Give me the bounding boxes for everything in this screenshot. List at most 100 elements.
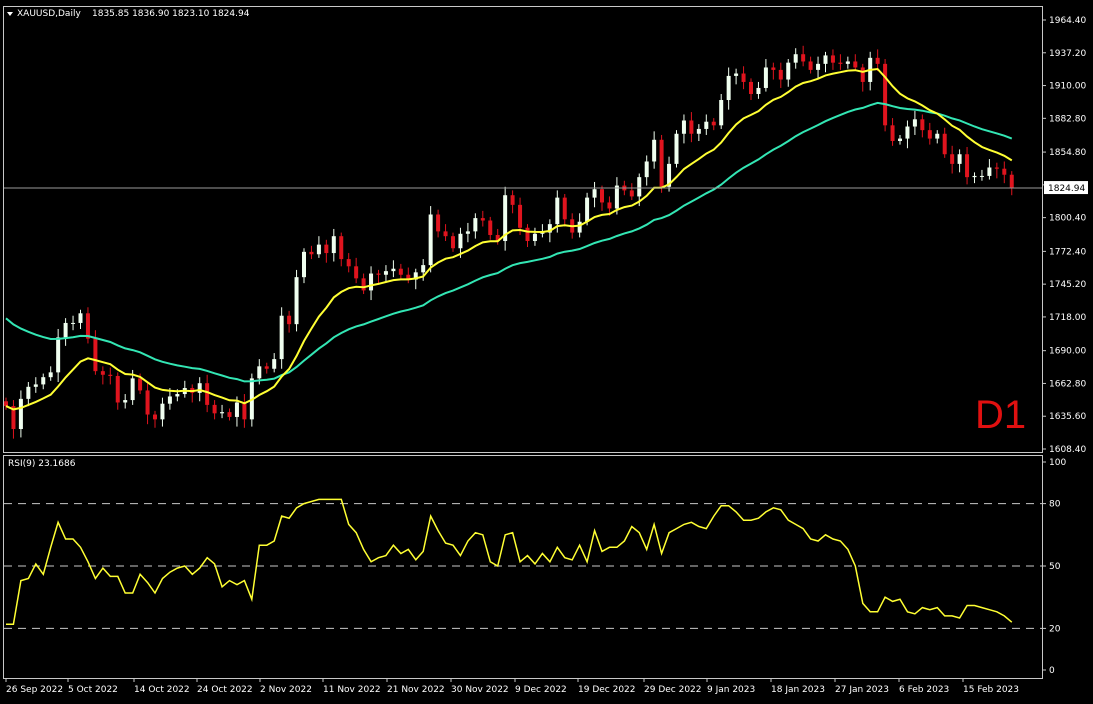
candle-body <box>272 359 277 369</box>
candle-body <box>339 236 344 260</box>
candle-body <box>681 120 686 134</box>
candle-body <box>376 273 381 275</box>
candle-body <box>644 161 649 178</box>
candle-body <box>838 62 843 64</box>
candle-body <box>979 175 984 177</box>
candle-body <box>883 63 888 126</box>
current-price-label: 1824.94 <box>1048 184 1085 194</box>
candle-body <box>890 125 895 141</box>
candle-body <box>957 154 962 164</box>
candle-body <box>316 244 321 255</box>
trading-chart[interactable]: 1964.401937.201910.001882.801854.801827.… <box>0 0 1093 700</box>
candle-body <box>994 167 999 169</box>
candle-body <box>346 259 351 267</box>
candle-body <box>741 73 746 82</box>
chart-background <box>0 0 1093 700</box>
candle-body <box>853 61 858 68</box>
candle-body <box>719 100 724 126</box>
candle-body <box>942 133 947 155</box>
candle-body <box>726 75 731 101</box>
candle-body <box>56 337 61 373</box>
candle-body <box>830 55 835 63</box>
candle-body <box>175 394 180 397</box>
candle-body <box>652 139 657 162</box>
candle-body <box>4 401 8 407</box>
chart-canvas[interactable]: 1964.401937.201910.001882.801854.801827.… <box>0 0 1093 700</box>
candle-body <box>205 383 210 405</box>
candle-body <box>167 396 172 404</box>
candle-body <box>771 67 776 70</box>
candle-body <box>1002 168 1007 175</box>
time-tick-label: 18 Jan 2023 <box>771 685 825 695</box>
time-tick-label: 9 Dec 2022 <box>515 685 567 695</box>
candle-body <box>592 189 597 198</box>
candle-body <box>123 400 128 403</box>
candle-body <box>458 233 463 249</box>
candle-body <box>153 414 157 420</box>
candle-body <box>234 402 239 417</box>
candle-body <box>324 244 329 254</box>
candle-body <box>85 313 90 339</box>
time-tick-label: 26 Sep 2022 <box>6 685 63 695</box>
candle-body <box>63 322 68 338</box>
candle-body <box>920 119 925 131</box>
candle-body <box>480 218 485 221</box>
candle-body <box>518 204 523 228</box>
price-tick-label: 1910.00 <box>1049 82 1086 92</box>
candle-body <box>41 377 46 385</box>
time-tick-label: 2 Nov 2022 <box>260 685 312 695</box>
candle-body <box>734 73 739 76</box>
candle-body <box>823 55 828 64</box>
candle-body <box>600 189 604 203</box>
candle-body <box>242 402 247 420</box>
candle-body <box>279 315 284 360</box>
rsi-tick-label: 0 <box>1049 666 1055 676</box>
candle-body <box>763 67 768 88</box>
candle-body <box>629 190 634 197</box>
candle-body <box>749 81 753 94</box>
candle-body <box>637 177 642 197</box>
candle-body <box>845 61 850 64</box>
candle-body <box>160 403 165 420</box>
candle-body <box>473 218 478 232</box>
rsi-tick-label: 100 <box>1049 458 1066 468</box>
candle-body <box>875 57 880 64</box>
candle-body <box>100 371 105 375</box>
candle-body <box>212 404 217 414</box>
time-tick-label: 14 Oct 2022 <box>134 685 190 695</box>
candle-body <box>965 154 970 178</box>
candle-body <box>927 130 932 139</box>
candle-body <box>696 128 701 134</box>
candle-body <box>510 195 515 205</box>
candle-body <box>220 412 225 414</box>
candle-body <box>987 167 992 176</box>
candle-body <box>860 67 865 82</box>
price-tick-label: 1882.80 <box>1049 114 1086 124</box>
time-tick-label: 15 Feb 2023 <box>963 685 1019 695</box>
rsi-tick-label: 20 <box>1049 624 1061 634</box>
candle-body <box>711 121 716 126</box>
candle-body <box>428 214 433 266</box>
candle-body <box>331 236 336 254</box>
candle-body <box>398 268 403 275</box>
candle-body <box>383 271 388 275</box>
candle-body <box>309 251 314 255</box>
candle-body <box>488 220 493 235</box>
candle-body <box>950 154 955 164</box>
time-tick-label: 5 Oct 2022 <box>68 685 118 695</box>
price-tick-label: 1772.40 <box>1049 247 1086 257</box>
candle-body <box>585 197 590 222</box>
candle-body <box>436 214 441 232</box>
candle-body <box>808 61 813 70</box>
candle-body <box>93 338 98 372</box>
candle-body <box>361 278 366 291</box>
time-tick-label: 21 Nov 2022 <box>387 685 445 695</box>
candle-body <box>905 126 910 139</box>
candle-body <box>145 390 150 415</box>
price-tick-label: 1635.60 <box>1049 412 1086 422</box>
time-tick-label: 27 Jan 2023 <box>835 685 889 695</box>
candle-body <box>108 374 113 376</box>
candle-body <box>704 121 709 129</box>
time-tick-label: 29 Dec 2022 <box>644 685 702 695</box>
candle-body <box>227 412 232 417</box>
